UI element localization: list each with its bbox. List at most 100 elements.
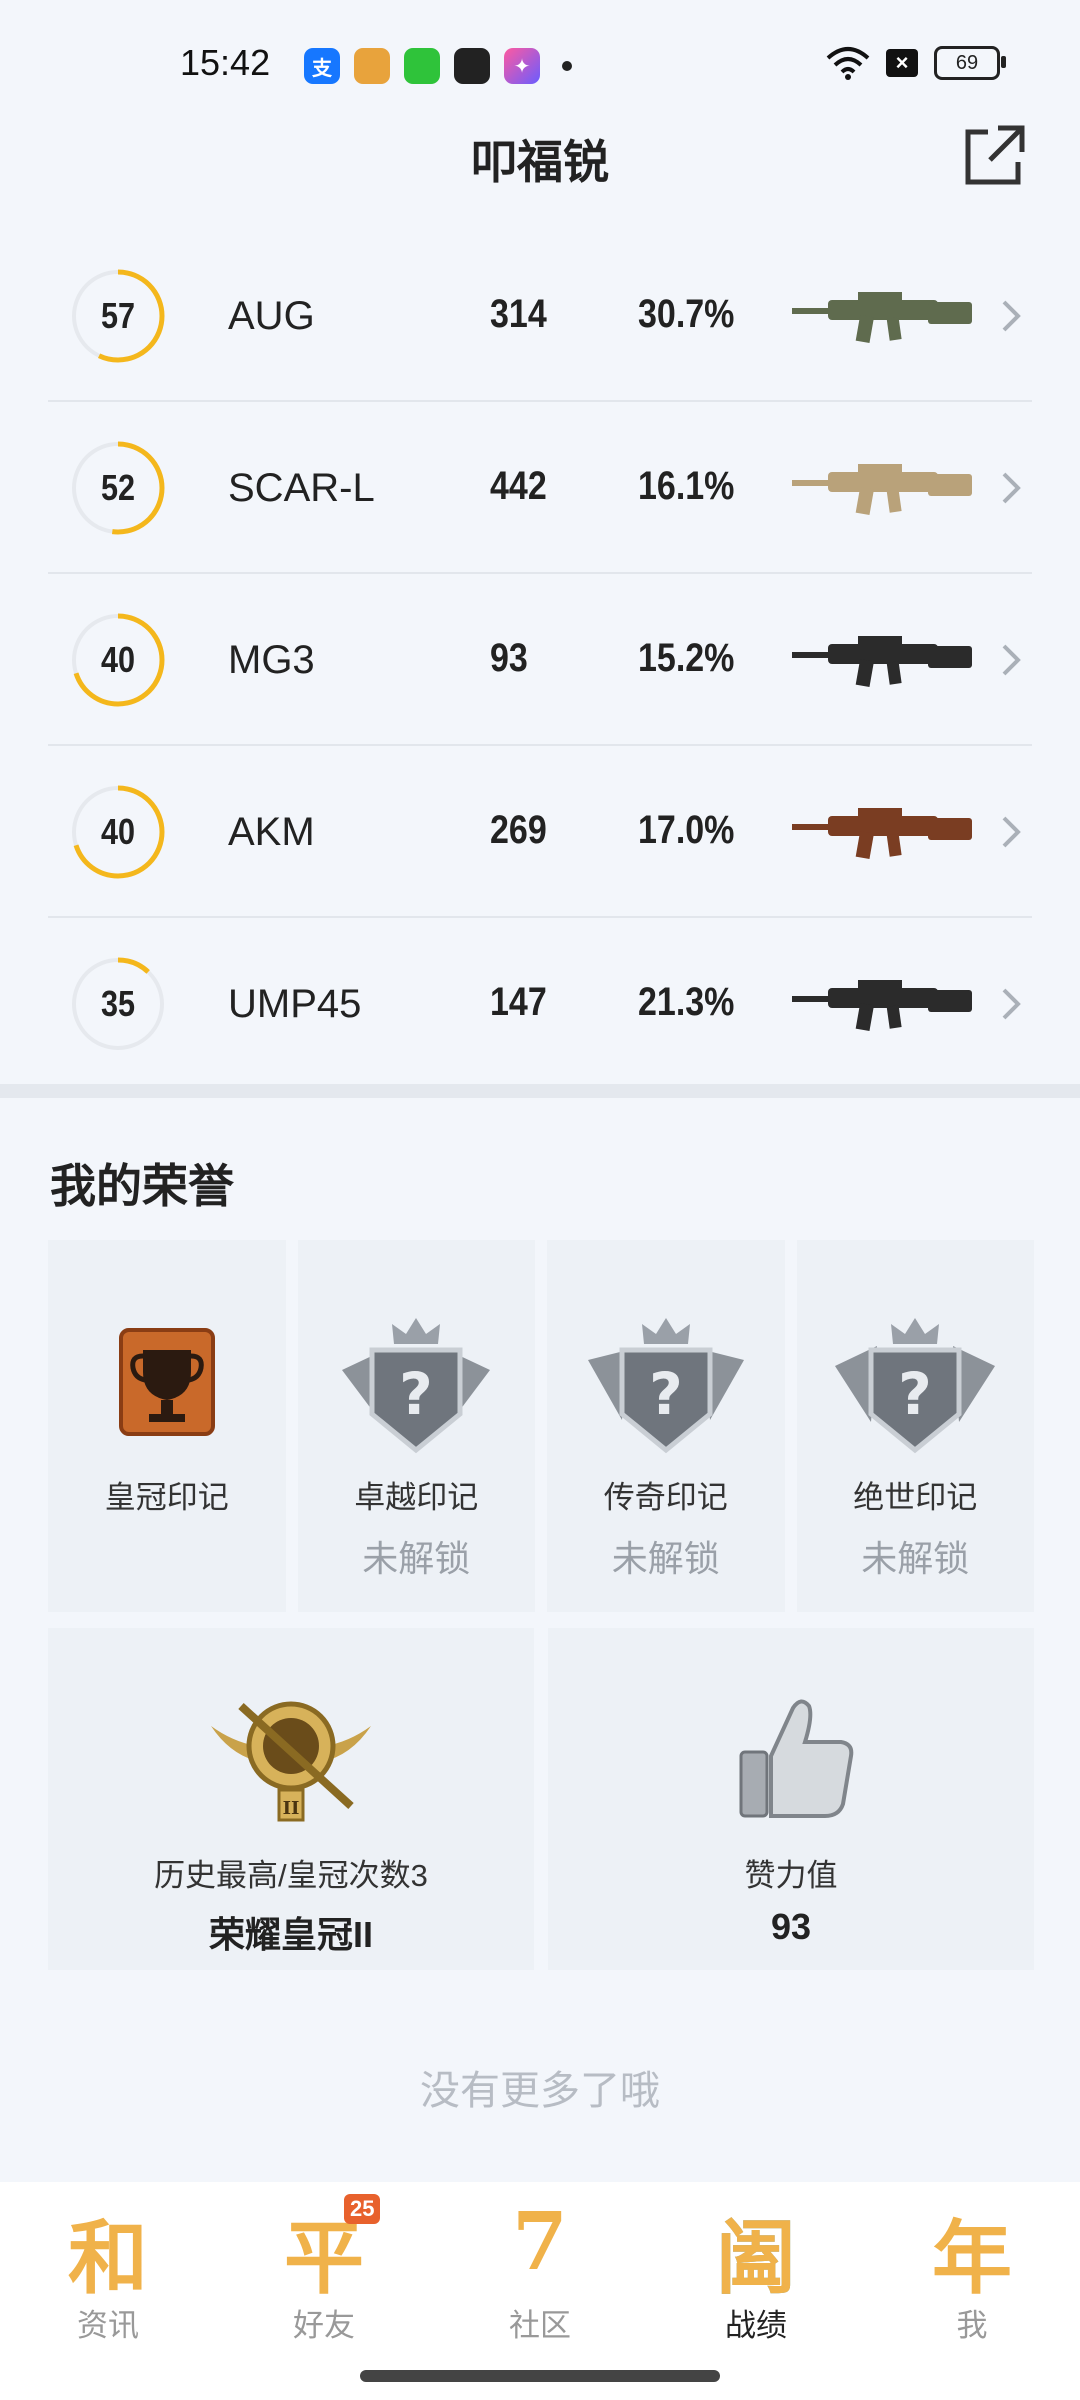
weapon-name: SCAR-L: [228, 466, 375, 510]
chevron-right-icon: [1002, 988, 1021, 1020]
weapon-rate: 16.1%: [638, 464, 735, 508]
alipay-icon: 支: [304, 48, 340, 84]
shield-app-icon: [454, 48, 490, 84]
nav-item-news[interactable]: 和 资讯: [0, 2182, 216, 2400]
honor-card-peerless[interactable]: ? 绝世印记 未解锁: [796, 1240, 1034, 1612]
honor-card-legend[interactable]: ? 传奇印记 未解锁: [547, 1240, 785, 1612]
stat-value: 93: [770, 1906, 812, 1947]
nav-label: 我: [956, 2308, 988, 2343]
clock: 15:42: [180, 42, 271, 83]
status-bar: 15:42 支 ✦ × 69: [0, 0, 1080, 130]
weapon-list: 57 AUG 314 30.7% 52 SCAR-L 442 16.1% 40 MG3 93 15.2…: [48, 230, 1032, 1088]
records-tab-icon: 阖: [716, 2211, 796, 2305]
svg-text:?: ?: [399, 1360, 433, 1428]
wifi-icon: [826, 47, 870, 80]
weapon-row[interactable]: 40 AKM 269 17.0%: [48, 746, 1032, 918]
honor-status: 未解锁: [362, 1538, 471, 1579]
weapon-image-icon: [792, 980, 972, 1032]
weapon-rate: 15.2%: [638, 636, 735, 680]
honors-title: 我的荣誉: [50, 1160, 234, 1212]
honor-badge-grid: 皇冠印记 ? 卓越印记 未解锁 ? 传奇印记 未解锁 ? 绝世印记 未解锁: [48, 1240, 1034, 1612]
honor-name: 卓越印记: [354, 1480, 479, 1515]
honor-name: 皇冠印记: [104, 1480, 229, 1515]
stat-label: 赞力值: [744, 1858, 838, 1893]
svg-text:II: II: [283, 1798, 300, 1819]
more-notifications-dot: [562, 61, 572, 71]
battery-level: 69: [955, 51, 979, 74]
chevron-right-icon: [1002, 644, 1021, 676]
section-divider: [0, 1084, 1080, 1098]
svg-text:?: ?: [898, 1360, 932, 1428]
weapon-level: 57: [100, 295, 136, 336]
crown-tier-badge-icon: II: [211, 1701, 371, 1822]
me-tab-icon: 年: [932, 2211, 1012, 2305]
honor-status: 未解锁: [861, 1538, 970, 1579]
no-sim-icon: ×: [886, 49, 918, 77]
locked-emblem-icon: ?: [835, 1318, 996, 1454]
svg-text:?: ?: [649, 1360, 683, 1428]
nav-label: 资讯: [77, 2308, 139, 2343]
nav-label: 好友: [293, 2308, 355, 2343]
weapon-count: 269: [490, 808, 547, 852]
end-of-list-text: 没有更多了哦: [420, 2069, 660, 2113]
home-indicator[interactable]: [360, 2370, 720, 2382]
weapon-count: 147: [490, 980, 547, 1024]
locked-emblem-icon: ?: [587, 1318, 744, 1454]
weapon-image-icon: [792, 292, 972, 344]
star-app-icon: ✦: [504, 48, 540, 84]
honor-name: 传奇印记: [603, 1480, 728, 1515]
honor-name: 绝世印记: [853, 1480, 978, 1515]
weapon-row[interactable]: 52 SCAR-L 442 16.1%: [48, 402, 1032, 574]
weapon-row[interactable]: 40 MG3 93 15.2%: [48, 574, 1032, 746]
page-title: 叩福锐: [471, 136, 609, 188]
weapon-level: 40: [100, 811, 136, 852]
trophy-badge-icon: [118, 1328, 215, 1436]
weapon-rate: 21.3%: [638, 980, 735, 1024]
weapon-image-icon: [792, 808, 972, 860]
weapon-level: 40: [100, 639, 136, 680]
stat-label: 历史最高/皇冠次数3: [154, 1858, 428, 1893]
weapon-image-icon: [792, 464, 972, 516]
honor-card-crown[interactable]: 皇冠印记: [48, 1240, 286, 1612]
share-icon[interactable]: [962, 122, 1028, 188]
wechat-mini-icon: [404, 48, 440, 84]
battery-icon: 69: [934, 46, 1006, 80]
weapon-name: UMP45: [228, 982, 362, 1026]
locked-emblem-icon: ?: [342, 1318, 491, 1454]
bottom-nav: 和 资讯 平 25 好友 7 社区 阖 战绩 年 我: [0, 2182, 1080, 2400]
weapon-level: 52: [100, 467, 136, 508]
chevron-right-icon: [1002, 816, 1021, 848]
nav-label: 社区: [509, 2308, 571, 2343]
weapon-level: 35: [100, 983, 136, 1024]
weapon-row[interactable]: 35 UMP45 147 21.3%: [48, 918, 1032, 1088]
honor-stat-grid: II 历史最高/皇冠次数3 荣耀皇冠II 赞力值 93: [48, 1628, 1034, 1970]
weapon-count: 442: [490, 464, 547, 508]
weapon-rate: 17.0%: [638, 808, 735, 852]
nav-label: 战绩: [725, 2308, 787, 2343]
weapon-count: 314: [490, 292, 547, 336]
nav-item-friends[interactable]: 平 25 好友: [216, 2182, 432, 2400]
weapon-name: AKM: [228, 810, 315, 854]
notification-badge: 25: [344, 2194, 381, 2224]
weapon-image-icon: [792, 636, 972, 688]
weapon-count: 93: [490, 636, 528, 680]
stat-value: 荣耀皇冠II: [208, 1914, 373, 1955]
thumbs-up-icon: [739, 1699, 854, 1818]
weapon-rate: 30.7%: [638, 292, 735, 336]
stat-card-likes[interactable]: 赞力值 93: [548, 1628, 1034, 1970]
nav-item-records[interactable]: 阖 战绩: [648, 2182, 864, 2400]
notification-app-icons: 支 ✦: [304, 48, 572, 84]
nav-item-community[interactable]: 7 社区: [432, 2182, 648, 2400]
honor-card-excellence[interactable]: ? 卓越印记 未解锁: [297, 1240, 535, 1612]
nav-item-me[interactable]: 年 我: [864, 2182, 1080, 2400]
chevron-right-icon: [1002, 300, 1021, 332]
honor-status: 未解锁: [611, 1538, 720, 1579]
community-tab-icon: 7: [512, 2194, 568, 2288]
stat-card-highest-tier[interactable]: II 历史最高/皇冠次数3 荣耀皇冠II: [48, 1628, 534, 1970]
weapon-name: MG3: [228, 638, 315, 682]
weapon-row[interactable]: 57 AUG 314 30.7%: [48, 230, 1032, 402]
chevron-right-icon: [1002, 472, 1021, 504]
system-icons: × 69: [826, 46, 1006, 80]
friends-tab-icon: 平: [284, 2211, 364, 2305]
game-app-icon: [354, 48, 390, 84]
